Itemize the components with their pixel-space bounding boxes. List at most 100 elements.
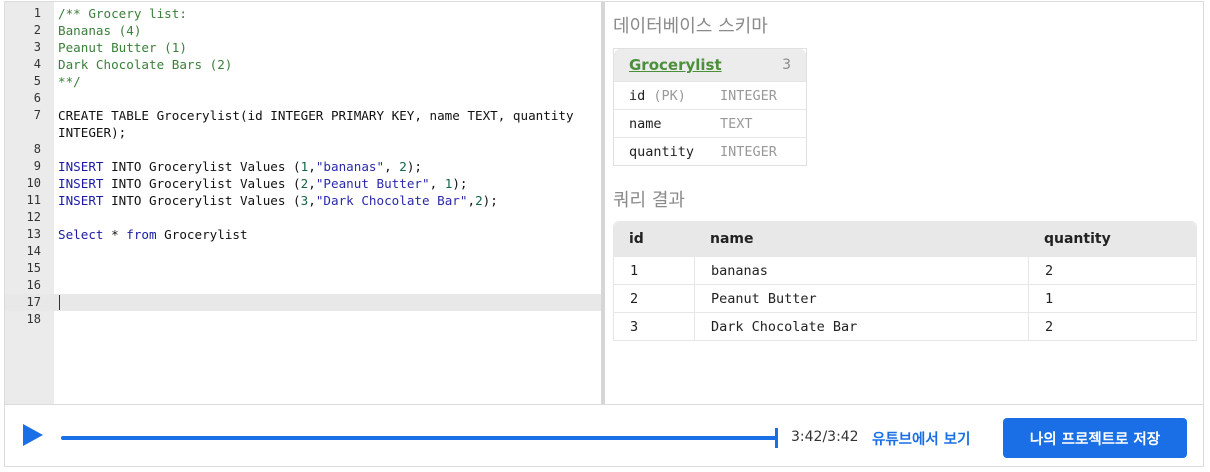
- schema-column-type: INTEGER: [720, 88, 777, 104]
- watch-on-youtube-link[interactable]: 유튜브에서 보기: [872, 428, 970, 449]
- code-line[interactable]: 1 /** Grocery list:: [5, 5, 602, 22]
- line-number: 1: [33, 6, 41, 20]
- code-text: Select * from Grocerylist: [58, 226, 248, 243]
- playback-time: 3:42/3:42: [791, 429, 859, 445]
- code-line[interactable]: 17: [5, 294, 602, 311]
- results-title: 쿼리 결과: [613, 190, 685, 211]
- line-number: 8: [33, 142, 41, 156]
- code-line[interactable]: 12: [5, 209, 602, 226]
- line-number: 14: [26, 244, 41, 258]
- code-text: /** Grocery list:: [58, 5, 187, 22]
- code-token: "Dark Chocolate Bar": [315, 193, 468, 208]
- schema-row-count: 3: [782, 57, 791, 73]
- code-line[interactable]: 2 Bananas (4): [5, 22, 602, 39]
- schema-column-row: name TEXT: [614, 109, 806, 137]
- cell-name: Dark Chocolate Bar: [711, 319, 858, 335]
- schema-column-type: INTEGER: [720, 144, 777, 160]
- code-token: INSERT: [58, 193, 104, 208]
- schema-table-name[interactable]: Grocerylist: [629, 56, 722, 74]
- code-text: INSERT INTO Grocerylist Values (2,"Peanu…: [58, 175, 468, 192]
- schema-table-card: Grocerylist 3 id (PK) INTEGER name TEXT …: [613, 48, 807, 166]
- results-header-quantity: quantity: [1044, 231, 1111, 247]
- code-token: **/: [58, 74, 81, 89]
- code-line[interactable]: 14: [5, 243, 602, 260]
- code-token: ,: [429, 176, 445, 191]
- code-token: /** Grocery list:: [58, 6, 187, 21]
- code-line[interactable]: 8: [5, 141, 602, 158]
- code-token: );: [482, 193, 498, 208]
- code-token: INSERT: [58, 176, 104, 191]
- cell-quantity: 1: [1045, 291, 1054, 307]
- schema-column-name: name: [629, 116, 662, 132]
- code-token: 2: [399, 159, 407, 174]
- line-number: 2: [33, 23, 41, 37]
- code-text: INSERT INTO Grocerylist Values (1,"banan…: [58, 158, 422, 175]
- line-number: 15: [26, 261, 41, 275]
- schema-title: 데이터베이스 스키마: [613, 16, 768, 37]
- code-text: INTEGER);: [58, 124, 126, 141]
- code-token: ,: [308, 193, 316, 208]
- code-token: CREATE TABLE Grocerylist(id INTEGER PRIM…: [58, 108, 574, 123]
- code-line[interactable]: 11 INSERT INTO Grocerylist Values (3,"Dar…: [5, 192, 602, 209]
- progress-fill: [61, 436, 777, 440]
- code-token: INTO Grocerylist Values (: [103, 176, 301, 191]
- cell-name: bananas: [711, 263, 768, 279]
- results-header-row: id name quantity: [614, 222, 1196, 256]
- schema-column-name: id: [629, 88, 646, 104]
- code-token: ,: [308, 176, 316, 191]
- code-token: INTO Grocerylist Values (: [103, 193, 301, 208]
- query-results-table: id name quantity 1 bananas 2 2 Peanut Bu…: [613, 221, 1197, 341]
- code-line[interactable]: 4 Dark Chocolate Bars (2): [5, 56, 602, 73]
- code-line[interactable]: 16: [5, 277, 602, 294]
- code-token: INTEGER);: [58, 125, 127, 140]
- progress-track[interactable]: [61, 428, 778, 448]
- results-header-id: id: [629, 231, 644, 247]
- code-token: Grocerylist: [156, 227, 248, 242]
- code-line[interactable]: 15: [5, 260, 602, 277]
- table-row: 3 Dark Chocolate Bar 2: [614, 312, 1196, 341]
- code-line[interactable]: 3 Peanut Butter (1): [5, 39, 602, 56]
- code-token: Select: [58, 227, 104, 242]
- line-number: 18: [26, 312, 41, 326]
- schema-column-type: TEXT: [720, 116, 753, 132]
- code-token: ,: [467, 193, 476, 208]
- cell-id: 1: [630, 263, 639, 279]
- line-number: 5: [33, 74, 41, 88]
- code-text: Peanut Butter (1): [58, 39, 187, 56]
- code-line[interactable]: 10 INSERT INTO Grocerylist Values (2,"Pea…: [5, 175, 602, 192]
- code-line[interactable]: 7 CREATE TABLE Grocerylist(id INTEGER PRI…: [5, 107, 602, 124]
- table-row: 1 bananas 2: [614, 256, 1196, 285]
- progress-handle[interactable]: [775, 428, 778, 448]
- schema-column-row: id (PK) INTEGER: [614, 81, 806, 109]
- play-icon[interactable]: [23, 424, 43, 446]
- code-token: INSERT: [58, 159, 104, 174]
- code-token: INTO Grocerylist Values (: [103, 159, 301, 174]
- code-token: Bananas (4): [58, 23, 142, 38]
- code-line[interactable]: 13 Select * from Grocerylist: [5, 226, 602, 243]
- code-text: CREATE TABLE Grocerylist(id INTEGER PRIM…: [58, 107, 574, 124]
- cell-name: Peanut Butter: [711, 291, 817, 307]
- line-number: 6: [33, 91, 41, 105]
- line-number: 13: [26, 227, 41, 241]
- cell-id: 3: [630, 319, 639, 335]
- code-token: *: [103, 227, 127, 242]
- schema-table-header: Grocerylist 3: [614, 49, 806, 81]
- code-editor[interactable]: 1 /** Grocery list: 2 Bananas (4) 3 Peanut Bu…: [5, 2, 602, 404]
- line-number: 11: [26, 193, 41, 207]
- code-token: );: [452, 176, 468, 191]
- code-line[interactable]: 9 INSERT INTO Grocerylist Values (1,"bana…: [5, 158, 602, 175]
- cell-quantity: 2: [1045, 319, 1054, 335]
- cell-id: 2: [630, 291, 639, 307]
- code-line[interactable]: 18: [5, 311, 602, 328]
- line-number: 3: [33, 40, 41, 54]
- text-cursor: [59, 295, 60, 310]
- sql-playground: 1 /** Grocery list: 2 Bananas (4) 3 Peanut Bu…: [4, 1, 1204, 467]
- line-number: 9: [33, 159, 41, 173]
- save-to-my-projects-button[interactable]: 나의 프로젝트로 저장: [1003, 418, 1187, 458]
- code-line[interactable]: 5 **/: [5, 73, 602, 90]
- code-line[interactable]: 6: [5, 90, 602, 107]
- cell-quantity: 2: [1045, 263, 1054, 279]
- code-line[interactable]: INTEGER);: [5, 124, 602, 141]
- code-token: "bananas": [315, 159, 385, 174]
- schema-column-name: quantity: [629, 144, 695, 160]
